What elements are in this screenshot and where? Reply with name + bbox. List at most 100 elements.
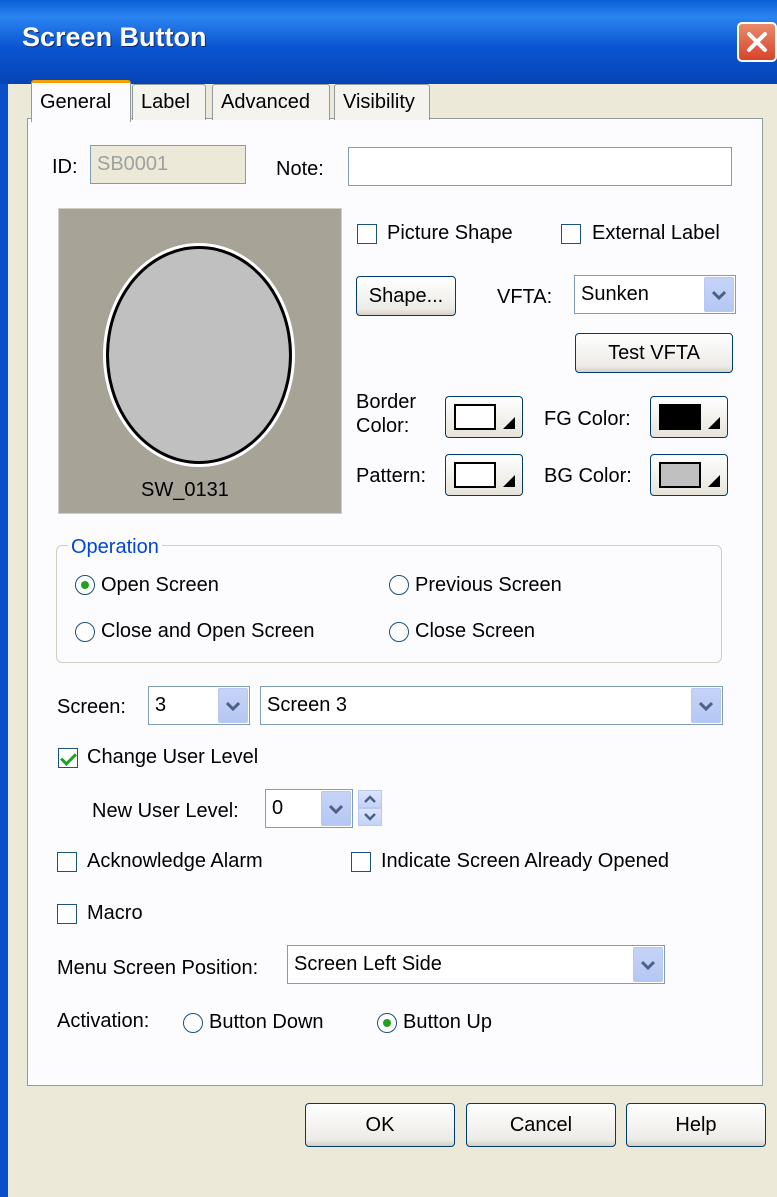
shape-preview: SW_0131 <box>58 208 342 514</box>
border-color-label: Border Color: <box>356 390 416 438</box>
acknowledge-alarm-label: Acknowledge Alarm <box>87 850 263 872</box>
screen-number-value: 3 <box>155 694 167 716</box>
bg-color-label: BG Color: <box>544 465 632 487</box>
close-button[interactable] <box>737 22 777 62</box>
note-label: Note: <box>276 158 324 180</box>
vfta-value: Sunken <box>581 283 649 305</box>
activation-label: Activation: <box>57 1010 150 1032</box>
test-vfta-button-label: Test VFTA <box>608 341 700 364</box>
screen-name-value: Screen 3 <box>267 694 348 716</box>
id-value: SB0001 <box>97 153 169 175</box>
picture-shape-label: Picture Shape <box>387 222 513 244</box>
radio-previous-screen-label: Previous Screen <box>415 574 562 596</box>
radio-button-down-label: Button Down <box>209 1011 324 1033</box>
border-color-label-line2: Color: <box>356 415 410 437</box>
acknowledge-alarm-checkbox[interactable] <box>57 852 77 872</box>
radio-button-down[interactable] <box>183 1013 203 1033</box>
window-title: Screen Button <box>22 22 207 52</box>
border-color-button[interactable] <box>445 396 523 438</box>
screen-label: Screen: <box>57 696 126 718</box>
cancel-button-label: Cancel <box>509 1113 573 1136</box>
dropdown-triangle-icon <box>503 417 515 429</box>
chevron-down-icon <box>699 701 713 711</box>
external-label-label: External Label <box>592 222 720 244</box>
menu-screen-position-dropdown-arrow[interactable] <box>633 947 663 982</box>
preview-shape <box>103 243 295 467</box>
indicate-screen-opened-checkbox[interactable] <box>351 852 371 872</box>
operation-legend: Operation <box>68 536 162 559</box>
pattern-label: Pattern: <box>356 465 427 487</box>
test-vfta-button[interactable]: Test VFTA <box>575 333 733 373</box>
fg-color-label: FG Color: <box>544 408 631 430</box>
menu-screen-position-value: Screen Left Side <box>294 953 442 975</box>
chevron-down-icon <box>226 701 240 711</box>
macro-checkbox[interactable] <box>57 904 77 924</box>
chevron-down-icon <box>712 290 726 300</box>
screen-number-select[interactable]: 3 <box>148 686 250 725</box>
new-user-level-value: 0 <box>272 797 284 819</box>
picture-shape-checkbox[interactable] <box>357 224 377 244</box>
radio-previous-screen[interactable] <box>389 575 409 595</box>
change-user-level-checkbox[interactable] <box>58 748 78 768</box>
window-frame-left <box>0 84 8 1197</box>
id-field: SB0001 <box>90 145 246 184</box>
radio-button-up[interactable] <box>377 1013 397 1033</box>
indicate-screen-opened-label: Indicate Screen Already Opened <box>381 850 669 872</box>
external-label-checkbox[interactable] <box>561 224 581 244</box>
change-user-level-label: Change User Level <box>87 746 259 768</box>
preview-caption: SW_0131 <box>141 479 229 501</box>
radio-close-and-open-screen-label: Close and Open Screen <box>101 620 315 642</box>
new-user-level-label: New User Level: <box>92 800 239 822</box>
chevron-down-icon <box>329 804 343 814</box>
tab-advanced[interactable]: Advanced <box>212 84 330 120</box>
radio-close-and-open-screen[interactable] <box>75 622 95 642</box>
id-label: ID: <box>52 156 78 178</box>
fg-color-swatch <box>659 404 701 430</box>
ok-button[interactable]: OK <box>305 1103 455 1147</box>
screen-name-dropdown-arrow[interactable] <box>691 688 721 723</box>
cancel-button[interactable]: Cancel <box>466 1103 616 1147</box>
menu-screen-position-select[interactable]: Screen Left Side <box>287 945 665 984</box>
radio-open-screen[interactable] <box>75 575 95 595</box>
chevron-down-icon <box>641 960 655 970</box>
shape-button[interactable]: Shape... <box>356 276 456 316</box>
new-user-level-dropdown-arrow[interactable] <box>321 791 351 826</box>
tab-visibility-label: Visibility <box>343 91 415 113</box>
tab-visibility[interactable]: Visibility <box>334 84 430 120</box>
border-color-label-line1: Border <box>356 391 417 413</box>
macro-label: Macro <box>87 902 143 924</box>
bg-color-swatch <box>659 462 701 488</box>
screen-name-select[interactable]: Screen 3 <box>260 686 723 725</box>
dropdown-triangle-icon <box>503 475 515 487</box>
radio-open-screen-label: Open Screen <box>101 574 219 596</box>
menu-screen-position-label: Menu Screen Position: <box>57 957 259 979</box>
dropdown-triangle-icon <box>708 417 720 429</box>
dropdown-triangle-icon <box>708 475 720 487</box>
chevron-down-icon <box>364 813 376 821</box>
vfta-label: VFTA: <box>497 286 553 308</box>
help-button-label: Help <box>675 1113 717 1136</box>
tab-label[interactable]: Label <box>132 84 206 120</box>
border-color-swatch <box>454 404 496 430</box>
bg-color-button[interactable] <box>650 454 728 496</box>
spinner-down-button[interactable] <box>358 808 382 826</box>
ok-button-label: OK <box>365 1113 395 1136</box>
fg-color-button[interactable] <box>650 396 728 438</box>
pattern-button[interactable] <box>445 454 523 496</box>
help-button[interactable]: Help <box>626 1103 766 1147</box>
vfta-select[interactable]: Sunken <box>574 275 736 314</box>
tab-general[interactable]: General <box>31 80 131 122</box>
radio-button-up-label: Button Up <box>403 1011 492 1033</box>
operation-group <box>56 545 722 663</box>
new-user-level-select[interactable]: 0 <box>265 789 353 828</box>
note-field[interactable] <box>348 147 732 186</box>
vfta-dropdown-arrow[interactable] <box>704 277 734 312</box>
screen-number-dropdown-arrow[interactable] <box>218 688 248 723</box>
pattern-swatch <box>454 462 496 488</box>
shape-button-label: Shape... <box>368 284 444 307</box>
radio-close-screen[interactable] <box>389 622 409 642</box>
spinner-up-button[interactable] <box>358 790 382 808</box>
user-level-spinner[interactable] <box>358 790 382 826</box>
tab-general-label: General <box>40 91 112 113</box>
tab-label-label: Label <box>141 91 190 113</box>
